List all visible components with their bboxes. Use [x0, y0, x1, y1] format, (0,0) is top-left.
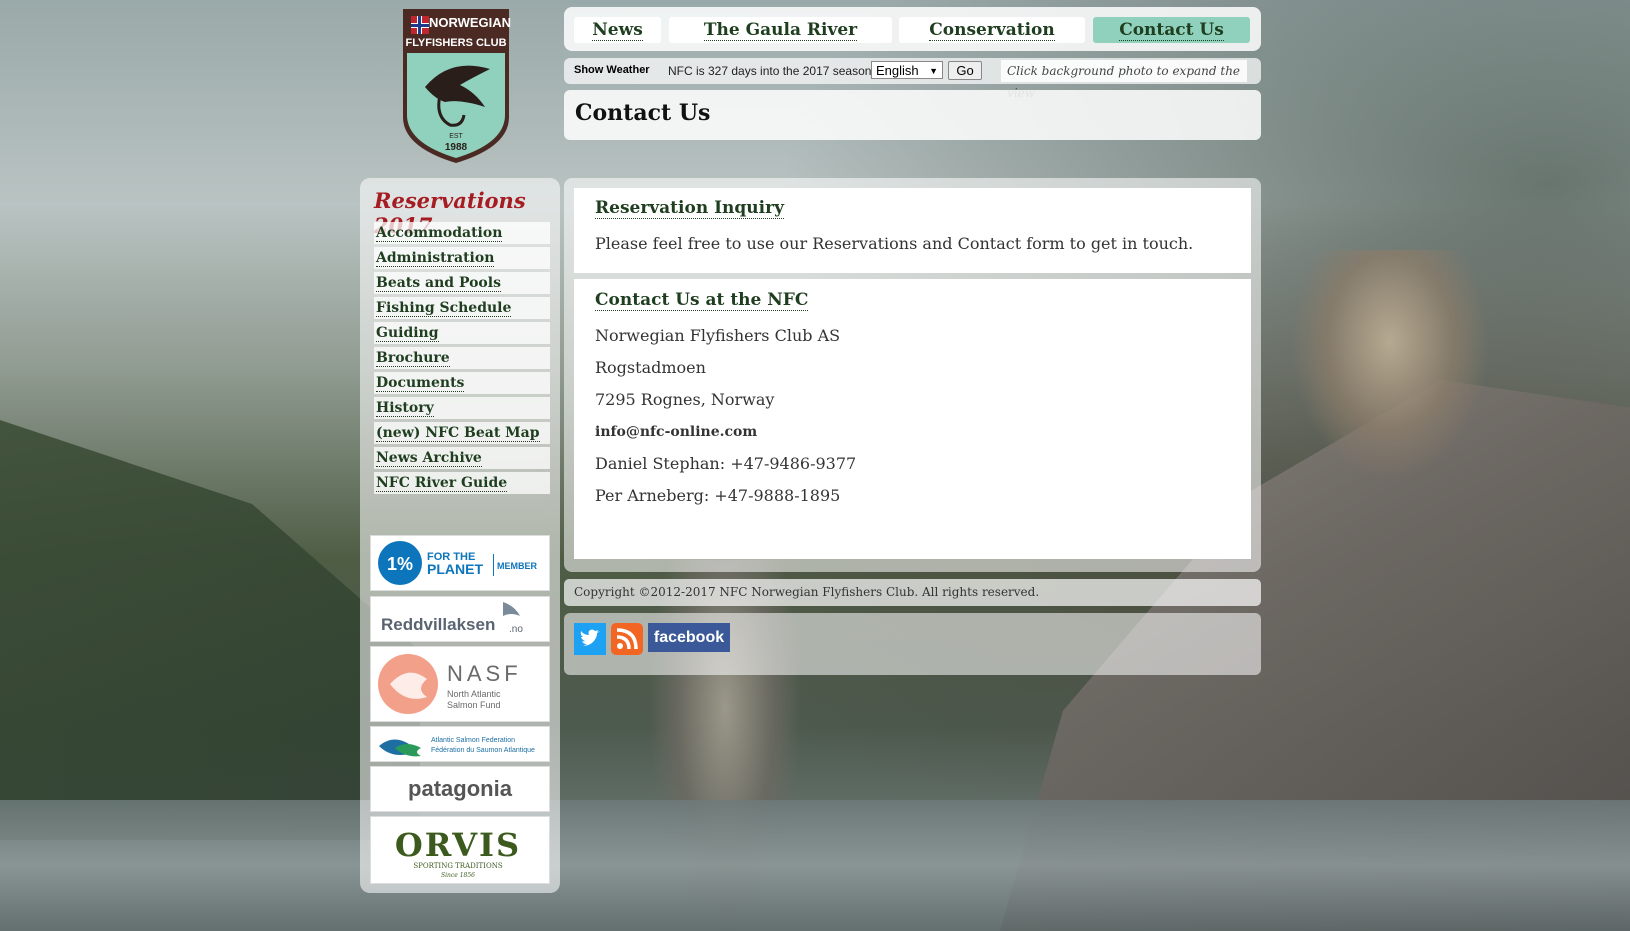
- background-angler-seated: [1290, 250, 1490, 480]
- nav-tab-label: The Gaula River: [703, 20, 858, 41]
- top-navigation: News The Gaula River Conservation Contac…: [564, 7, 1261, 51]
- social-links: facebook: [564, 613, 1261, 675]
- nav-tab-gaula-river[interactable]: The Gaula River: [669, 17, 892, 43]
- logo-line2: FLYFISHERS CLUB: [405, 37, 506, 49]
- sidebar-item-beat-map[interactable]: (new) NFC Beat Map: [374, 422, 550, 444]
- sidebar-item-label: Accommodation: [376, 225, 503, 242]
- twitter-icon[interactable]: [574, 623, 606, 655]
- inquiry-heading-label: Reservation Inquiry: [595, 198, 784, 219]
- contact-heading[interactable]: Contact Us at the NFC: [595, 290, 809, 311]
- sidebar-item-guiding[interactable]: Guiding: [374, 322, 550, 344]
- nav-tab-news[interactable]: News: [574, 17, 661, 43]
- main-content: Reservation Inquiry Please feel free to …: [564, 178, 1261, 572]
- sidebar-item-label: History: [376, 400, 434, 417]
- nav-tab-label: Conservation: [929, 20, 1055, 41]
- sidebar-item-label: (new) NFC Beat Map: [376, 425, 540, 442]
- page-title: Contact Us: [575, 100, 711, 126]
- nav-tab-label: Contact Us: [1119, 20, 1224, 41]
- reddvillaksen-tld: .no: [509, 624, 523, 635]
- asf-line2: Fédération du Saumon Atlantique: [431, 747, 535, 754]
- contact-org: Norwegian Flyfishers Club AS: [595, 326, 841, 345]
- inquiry-card: Reservation Inquiry Please feel free to …: [574, 188, 1251, 273]
- sidebar-item-documents[interactable]: Documents: [374, 372, 550, 394]
- one-percent-big: 1%: [387, 554, 413, 574]
- contact-email-link[interactable]: info@nfc-online.com: [595, 424, 757, 440]
- sidebar-item-label: Fishing Schedule: [376, 300, 512, 317]
- logo-est: EST: [449, 133, 463, 140]
- nasf-line1: North Atlantic: [447, 689, 501, 699]
- contact-place: Rogstadmoen: [595, 358, 706, 377]
- sidebar-item-label: NFC River Guide: [376, 475, 508, 492]
- club-logo[interactable]: NORWEGIAN FLYFISHERS CLUB EST 1988: [400, 7, 512, 165]
- sponsor-one-percent[interactable]: 1% FOR THE PLANET MEMBER: [370, 535, 550, 591]
- language-select[interactable]: English ▼: [871, 61, 943, 79]
- sponsor-reddvillaksen[interactable]: Reddvillaksen .no: [370, 596, 550, 642]
- copyright: Copyright ©2012-2017 NFC Norwegian Flyfi…: [564, 579, 1261, 606]
- patagonia-name: patagonia: [408, 776, 513, 801]
- contact-city: 7295 Rognes, Norway: [595, 390, 775, 409]
- asf-line1: Atlantic Salmon Federation: [431, 737, 515, 744]
- sidebar-item-administration[interactable]: Administration: [374, 247, 550, 269]
- orvis-since: Since 1856: [441, 872, 475, 879]
- sidebar-item-label: Administration: [376, 250, 495, 267]
- reddvillaksen-name: Reddvillaksen: [381, 615, 495, 634]
- logo-year: 1988: [445, 142, 468, 153]
- sidebar-item-news-archive[interactable]: News Archive: [374, 447, 550, 469]
- contact-heading-label: Contact Us at the NFC: [595, 290, 809, 311]
- one-percent-line2: PLANET: [427, 561, 483, 577]
- inquiry-text: Please feel free to use our Reservations…: [595, 234, 1194, 253]
- contact-phone-daniel: Daniel Stephan: +47-9486-9377: [595, 454, 857, 473]
- sidebar-item-label: Beats and Pools: [376, 275, 501, 292]
- sidebar-item-beats-and-pools[interactable]: Beats and Pools: [374, 272, 550, 294]
- sidebar-item-river-guide[interactable]: NFC River Guide: [374, 472, 550, 494]
- nav-tab-conservation[interactable]: Conservation: [899, 17, 1085, 43]
- nasf-line2: Salmon Fund: [447, 700, 501, 710]
- show-weather-button[interactable]: Show Weather: [574, 64, 650, 76]
- sponsor-asf[interactable]: Atlantic Salmon Federation Fédération du…: [370, 726, 550, 762]
- sponsor-patagonia[interactable]: patagonia: [370, 766, 550, 812]
- contact-card: Contact Us at the NFC Norwegian Flyfishe…: [574, 279, 1251, 559]
- language-value: English: [876, 63, 919, 78]
- sidebar-item-brochure[interactable]: Brochure: [374, 347, 550, 369]
- sidebar-item-label: Guiding: [376, 325, 439, 342]
- background-river: [0, 800, 1630, 931]
- orvis-tag: SPORTING TRADITIONS: [413, 862, 502, 870]
- go-button[interactable]: Go: [948, 61, 982, 80]
- sponsor-nasf[interactable]: NASF North Atlantic Salmon Fund: [370, 646, 550, 722]
- chevron-down-icon: ▼: [929, 66, 938, 76]
- contact-phone-per: Per Arneberg: +47-9888-1895: [595, 486, 841, 505]
- logo-line1: NORWEGIAN: [429, 15, 511, 30]
- sponsor-orvis[interactable]: ORVIS SPORTING TRADITIONS Since 1856: [370, 816, 550, 884]
- one-percent-tag: MEMBER: [497, 561, 537, 571]
- rss-icon[interactable]: [611, 623, 643, 655]
- page-title-bar: Contact Us: [564, 90, 1261, 140]
- nasf-abbr: NASF: [447, 661, 522, 686]
- sidebar-item-label: Brochure: [376, 350, 450, 367]
- facebook-link[interactable]: facebook: [648, 623, 730, 652]
- orvis-name: ORVIS: [395, 826, 521, 864]
- season-counter: NFC is 327 days into the 2017 season!: [668, 64, 875, 78]
- sidebar-item-label: Documents: [376, 375, 465, 392]
- nav-tab-contact-us[interactable]: Contact Us: [1093, 17, 1250, 43]
- inquiry-heading[interactable]: Reservation Inquiry: [595, 198, 784, 219]
- background-hint: Click background photo to expand the vie…: [1001, 60, 1247, 100]
- sidebar-item-history[interactable]: History: [374, 397, 550, 419]
- sidebar-item-accommodation[interactable]: Accommodation: [374, 222, 550, 244]
- sidebar-menu: Accommodation Administration Beats and P…: [374, 222, 550, 497]
- nav-tab-label: News: [592, 20, 643, 41]
- sidebar-item-label: News Archive: [376, 450, 482, 467]
- sidebar-item-fishing-schedule[interactable]: Fishing Schedule: [374, 297, 550, 319]
- sidebar: Reservations 2017 Accommodation Administ…: [360, 178, 560, 893]
